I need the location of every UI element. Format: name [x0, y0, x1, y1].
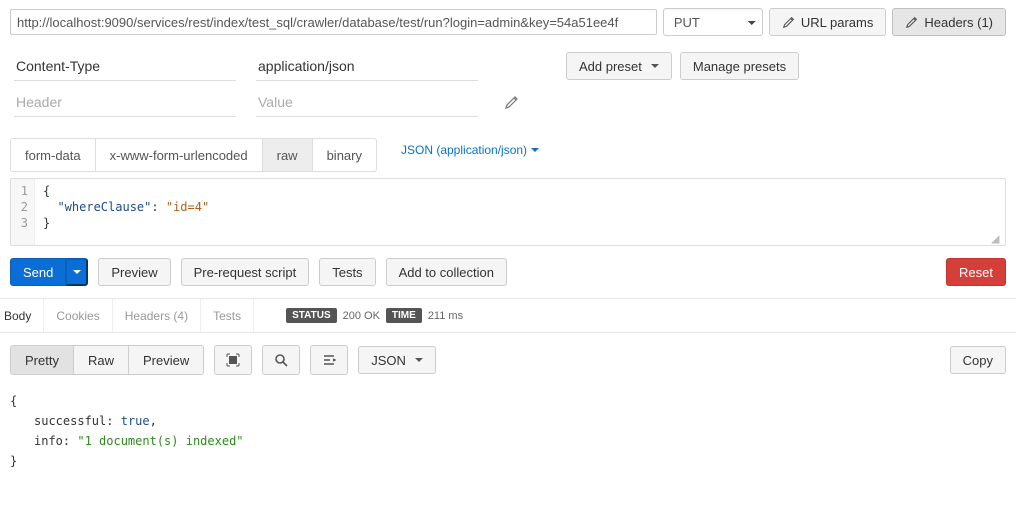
add-preset-label: Add preset — [579, 59, 642, 74]
json-value: "1 document(s) indexed" — [77, 434, 243, 448]
reset-button[interactable]: Reset — [946, 258, 1006, 286]
toggle-fullscreen-icon[interactable] — [214, 345, 252, 375]
header-key-input[interactable] — [14, 87, 236, 117]
view-preview[interactable]: Preview — [129, 346, 203, 374]
url-input[interactable] — [10, 9, 657, 35]
headers-toggle-button[interactable]: Headers (1) — [892, 8, 1006, 36]
status-value: 200 OK — [343, 310, 380, 322]
add-to-collection-button[interactable]: Add to collection — [386, 258, 507, 286]
tab-urlencoded[interactable]: x-www-form-urlencoded — [96, 139, 263, 171]
resp-tab-headers[interactable]: Headers (4) — [113, 299, 201, 332]
method-select[interactable]: PUT — [663, 8, 763, 36]
content-type-label: JSON (application/json) — [401, 143, 527, 157]
time-label: TIME — [386, 308, 422, 323]
json-key: successful: — [34, 414, 113, 428]
caret-down-icon — [415, 358, 423, 362]
url-params-label: URL params — [801, 15, 873, 30]
resp-tab-cookies[interactable]: Cookies — [44, 299, 112, 332]
status-info: STATUS 200 OK TIME 211 ms — [286, 308, 463, 323]
caret-down-icon — [73, 270, 81, 274]
wrap-icon[interactable] — [310, 345, 348, 375]
edit-icon — [782, 15, 796, 29]
header-value-input[interactable] — [256, 51, 478, 81]
copy-button[interactable]: Copy — [950, 346, 1006, 374]
body-type-tabs: form-data x-www-form-urlencoded raw bina… — [10, 138, 377, 172]
prerequest-button[interactable]: Pre-request script — [181, 258, 310, 286]
view-raw[interactable]: Raw — [74, 346, 129, 374]
view-pretty[interactable]: Pretty — [11, 346, 74, 374]
preview-button[interactable]: Preview — [98, 258, 170, 286]
edit-icon — [905, 15, 919, 29]
resp-tab-tests[interactable]: Tests — [201, 299, 254, 332]
url-params-button[interactable]: URL params — [769, 8, 886, 36]
caret-down-icon — [531, 148, 539, 152]
tab-raw[interactable]: raw — [263, 139, 313, 171]
headers-toggle-label: Headers (1) — [924, 15, 993, 30]
send-button[interactable]: Send — [10, 258, 66, 286]
json-brace: { — [10, 391, 1006, 411]
json-value: true — [121, 414, 150, 428]
tests-button[interactable]: Tests — [319, 258, 375, 286]
tab-form-data[interactable]: form-data — [11, 139, 96, 171]
format-label: JSON — [371, 353, 406, 368]
resp-tab-body[interactable]: Body — [0, 299, 44, 332]
header-key-input[interactable] — [14, 51, 236, 81]
edit-icon[interactable] — [504, 94, 520, 110]
code-area[interactable]: { "whereClause": "id=4" } — [35, 179, 217, 245]
time-value: 211 ms — [428, 310, 463, 322]
line-gutter: 123 — [11, 179, 35, 245]
content-type-dropdown[interactable]: JSON (application/json) — [401, 133, 539, 167]
manage-presets-button[interactable]: Manage presets — [680, 52, 799, 80]
json-brace: } — [10, 451, 1006, 471]
caret-down-icon — [651, 64, 659, 68]
json-key: info: — [34, 434, 70, 448]
tab-binary[interactable]: binary — [313, 139, 376, 171]
view-mode-group: Pretty Raw Preview — [10, 345, 204, 375]
send-split-button: Send — [10, 258, 88, 286]
response-body: { successful: true, info: "1 document(s)… — [0, 387, 1016, 481]
format-dropdown[interactable]: JSON — [358, 346, 436, 374]
add-preset-button[interactable]: Add preset — [566, 52, 672, 80]
send-dropdown[interactable] — [66, 258, 88, 286]
search-icon[interactable] — [262, 345, 300, 375]
request-body-editor[interactable]: 123 { "whereClause": "id=4" } ◢ — [10, 178, 1006, 246]
status-label: STATUS — [286, 308, 337, 323]
header-value-input[interactable] — [256, 87, 478, 117]
resize-handle[interactable]: ◢ — [991, 235, 1003, 247]
